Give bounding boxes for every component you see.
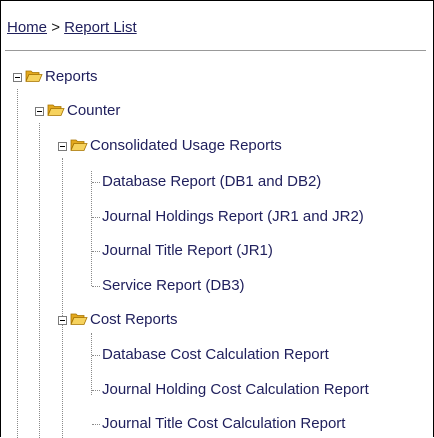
tree-connector bbox=[91, 333, 92, 395]
tree-connector bbox=[62, 158, 63, 438]
report-link-service-report[interactable]: Service Report (DB3) bbox=[102, 276, 245, 296]
tree-connector bbox=[92, 251, 100, 252]
open-folder-icon bbox=[70, 139, 88, 151]
report-link-label[interactable]: Journal Title Report (JR1) bbox=[102, 242, 273, 259]
tree-node-cost-reports[interactable]: Cost Reports bbox=[53, 310, 178, 330]
tree-node-reports[interactable]: Reports bbox=[8, 67, 98, 87]
collapse-icon[interactable] bbox=[13, 73, 22, 82]
tree-node-label[interactable]: Reports bbox=[45, 68, 98, 85]
collapse-icon[interactable] bbox=[35, 107, 44, 116]
report-link-database-report[interactable]: Database Report (DB1 and DB2) bbox=[102, 172, 321, 192]
tree-connector bbox=[92, 286, 100, 287]
divider bbox=[5, 50, 426, 51]
report-link-journal-holding-cost-calculation-report[interactable]: Journal Holding Cost Calculation Report bbox=[102, 380, 369, 400]
tree-connector bbox=[39, 123, 40, 438]
tree-connector bbox=[17, 89, 18, 438]
tree-node-consolidated-usage-reports[interactable]: Consolidated Usage Reports bbox=[53, 136, 282, 156]
tree-connector bbox=[92, 217, 100, 218]
report-link-label[interactable]: Journal Holdings Report (JR1 and JR2) bbox=[102, 208, 364, 225]
collapse-icon[interactable] bbox=[58, 316, 67, 325]
report-link-journal-holdings-report[interactable]: Journal Holdings Report (JR1 and JR2) bbox=[102, 207, 364, 227]
tree-connector bbox=[92, 355, 100, 356]
collapse-icon[interactable] bbox=[58, 142, 67, 151]
tree-connector bbox=[91, 171, 92, 286]
open-folder-icon bbox=[47, 104, 65, 116]
tree-node-label[interactable]: Consolidated Usage Reports bbox=[90, 137, 282, 154]
open-folder-icon bbox=[25, 70, 43, 82]
report-link-label[interactable]: Database Cost Calculation Report bbox=[102, 346, 329, 363]
report-link-label[interactable]: Journal Title Cost Calculation Report bbox=[102, 415, 345, 432]
breadcrumb-report-list-link[interactable]: Report List bbox=[64, 19, 137, 36]
open-folder-icon bbox=[70, 313, 88, 325]
breadcrumb-separator: > bbox=[51, 19, 60, 36]
tree-connector bbox=[92, 390, 100, 391]
tree-node-label[interactable]: Cost Reports bbox=[90, 311, 178, 328]
tree-node-counter[interactable]: Counter bbox=[30, 101, 120, 121]
report-link-label[interactable]: Database Report (DB1 and DB2) bbox=[102, 173, 321, 190]
tree-connector bbox=[92, 182, 100, 183]
report-link-label[interactable]: Journal Holding Cost Calculation Report bbox=[102, 381, 369, 398]
report-link-label[interactable]: Service Report (DB3) bbox=[102, 277, 245, 294]
tree-connector bbox=[92, 424, 100, 425]
breadcrumb-home-link[interactable]: Home bbox=[7, 19, 47, 36]
report-link-journal-title-cost-calculation-report[interactable]: Journal Title Cost Calculation Report bbox=[102, 414, 345, 434]
tree-node-label[interactable]: Counter bbox=[67, 102, 120, 119]
breadcrumb: Home > Report List bbox=[7, 19, 137, 36]
report-link-database-cost-calculation-report[interactable]: Database Cost Calculation Report bbox=[102, 345, 329, 365]
report-link-journal-title-report[interactable]: Journal Title Report (JR1) bbox=[102, 241, 273, 261]
